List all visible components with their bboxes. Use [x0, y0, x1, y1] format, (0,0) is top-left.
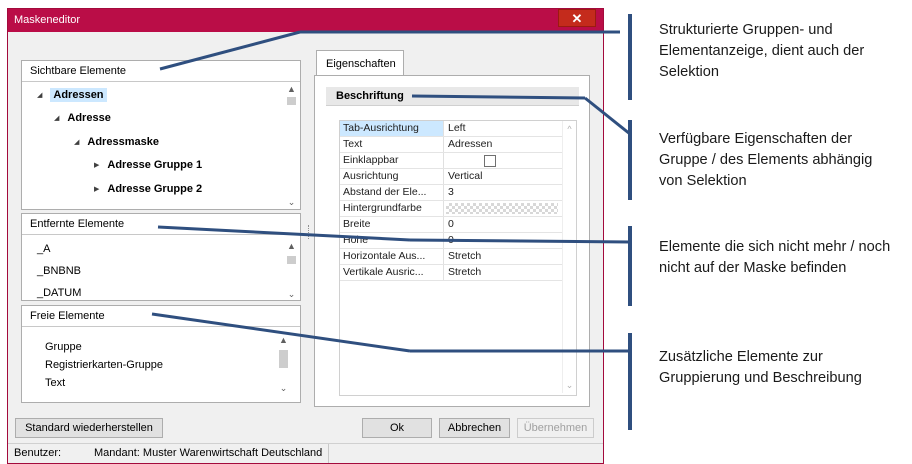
annotation-free: Zusätzliche Elemente zur Gruppierung und…: [659, 349, 862, 386]
callout-line-removed: [409, 238, 631, 244]
callout-line-properties: [584, 96, 631, 136]
annotation-properties: Verfügbare Eigenschaften der Gruppe / de…: [659, 131, 873, 189]
callout-line-free: [151, 312, 411, 353]
callout-line-properties: [411, 94, 586, 100]
annotation-removed: Elemente die sich nicht mehr / noch nich…: [659, 239, 891, 276]
callout-line-removed: [157, 225, 411, 242]
callout-line-tree: [159, 30, 301, 71]
annotation-tree: Strukturierte Gruppen- und Elementanzeig…: [659, 22, 865, 80]
